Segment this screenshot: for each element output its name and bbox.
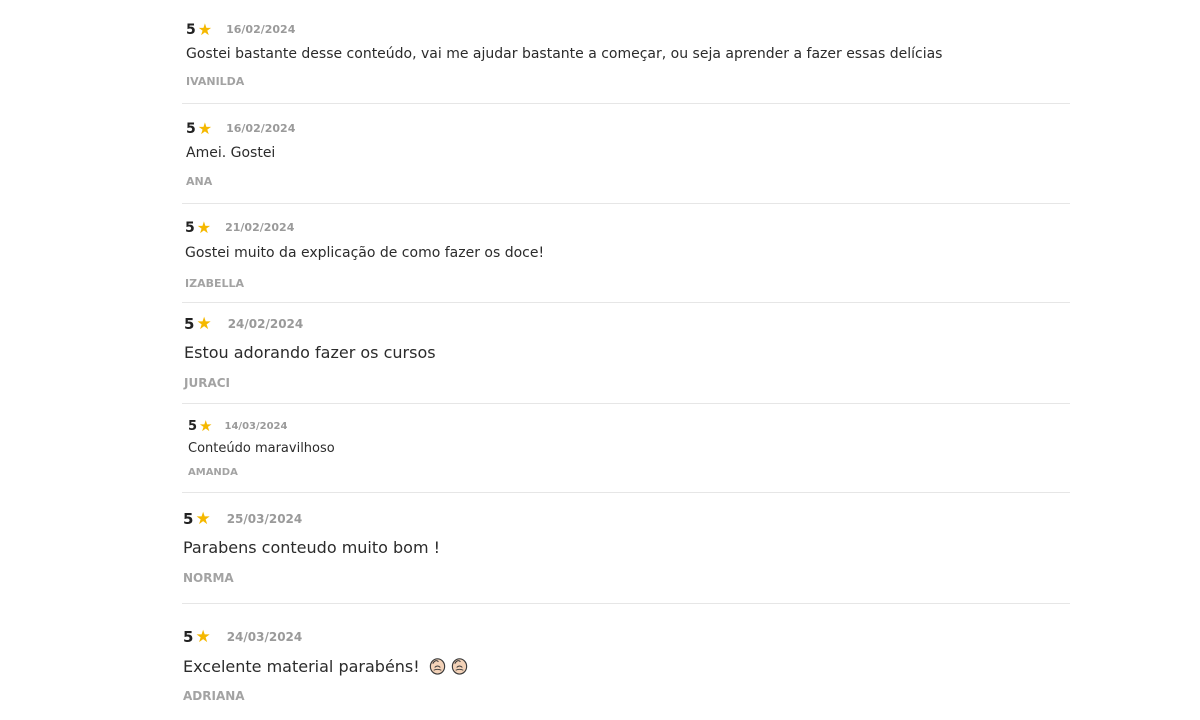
reviews-list: 5 ★ 16/02/2024 Gostei bastante desse con…	[0, 0, 1200, 720]
rating-value: 5	[186, 21, 196, 38]
rating-value: 5	[183, 510, 194, 528]
star-icon: ★	[195, 509, 211, 529]
review-author: ADRIANA	[183, 689, 245, 703]
clapping-hands-icon	[450, 656, 469, 675]
divider	[182, 603, 1070, 604]
review-author: JURACI	[184, 376, 231, 390]
star-icon: ★	[196, 218, 212, 237]
review-meta: 5 ★ 16/02/2024	[186, 20, 295, 39]
clapping-hands-icon	[428, 656, 447, 675]
review-meta: 5 ★ 25/03/2024	[183, 509, 302, 529]
review-date: 21/02/2024	[225, 221, 295, 234]
rating-value: 5	[185, 219, 195, 236]
divider	[182, 203, 1070, 204]
review-author: ANA	[186, 175, 213, 188]
review-text: Excelente material parabéns!	[183, 657, 420, 676]
review-date: 16/02/2024	[226, 23, 296, 36]
star-icon: ★	[196, 314, 212, 334]
divider	[182, 103, 1070, 104]
rating-value: 5	[183, 628, 194, 646]
review-text: Gostei bastante desse conteúdo, vai me a…	[186, 46, 943, 62]
star-icon: ★	[199, 417, 213, 435]
review-date: 24/03/2024	[226, 630, 303, 644]
divider	[182, 403, 1070, 404]
star-icon: ★	[195, 627, 211, 647]
divider	[182, 302, 1070, 303]
review-meta: 5 ★ 16/02/2024	[186, 119, 295, 138]
review-author: IVANILDA	[186, 75, 245, 88]
divider	[182, 492, 1070, 493]
review-date: 14/03/2024	[224, 420, 288, 432]
review-meta: 5 ★ 24/03/2024	[183, 627, 302, 647]
review-meta: 5 ★ 14/03/2024	[188, 417, 287, 435]
rating-value: 5	[188, 418, 198, 434]
review-author: NORMA	[183, 571, 234, 585]
review-text: Estou adorando fazer os cursos	[184, 343, 436, 362]
star-icon: ★	[197, 119, 213, 138]
review-text-line: Excelente material parabéns!	[183, 656, 469, 676]
review-text: Gostei muito da explicação de como fazer…	[185, 245, 545, 261]
review-author: AMANDA	[188, 467, 238, 478]
review-date: 16/02/2024	[226, 122, 296, 135]
rating-value: 5	[186, 120, 196, 137]
review-text: Amei. Gostei	[186, 145, 276, 161]
review-text: Parabens conteudo muito bom !	[183, 538, 441, 557]
star-icon: ★	[197, 20, 213, 39]
review-date: 24/02/2024	[227, 317, 304, 331]
review-meta: 5 ★ 24/02/2024	[184, 314, 303, 334]
rating-value: 5	[184, 315, 195, 333]
review-date: 25/03/2024	[226, 512, 303, 526]
review-author: IZABELLA	[185, 277, 245, 290]
review-meta: 5 ★ 21/02/2024	[185, 218, 294, 237]
review-text: Conteúdo maravilhoso	[188, 441, 335, 456]
